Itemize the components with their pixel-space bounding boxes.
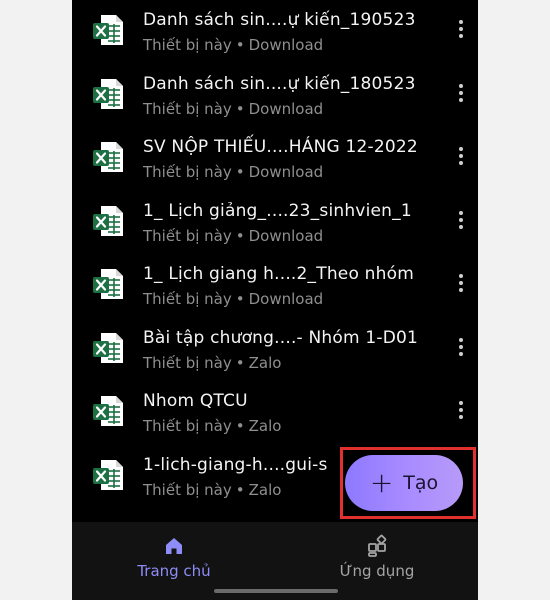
file-source: Zalo xyxy=(248,354,282,372)
file-source: Download xyxy=(248,227,324,245)
excel-file-icon xyxy=(93,460,123,490)
file-location: Thiết bị này xyxy=(143,354,232,372)
more-options-icon[interactable] xyxy=(454,397,468,423)
file-meta: Thiết bị này • Download xyxy=(143,163,323,181)
file-name: 1_ Lịch giang h....2_Theo nhóm xyxy=(143,264,414,284)
apps-icon xyxy=(368,534,387,557)
file-meta: Thiết bị này • Zalo xyxy=(143,354,281,372)
file-meta: Thiết bị này • Download xyxy=(143,36,323,54)
file-name: SV NỘP THIẾU....HÁNG 12-2022 xyxy=(143,137,418,157)
excel-file-icon xyxy=(93,15,123,45)
meta-separator: • xyxy=(235,354,245,372)
nav-item-apps[interactable]: Ứng dụng xyxy=(317,534,437,580)
file-meta: Thiết bị này • Zalo xyxy=(143,481,281,499)
file-name: Bài tập chương....- Nhóm 1-D01 xyxy=(143,328,419,348)
home-icon xyxy=(166,538,182,554)
file-meta: Thiết bị này • Download xyxy=(143,290,323,308)
home-indicator xyxy=(214,589,338,593)
excel-file-icon xyxy=(93,142,123,172)
more-options-icon[interactable] xyxy=(454,143,468,169)
more-options-icon[interactable] xyxy=(454,80,468,106)
file-row[interactable]: 1_ Lịch giảng_....23_sinhvien_1 Thiết bị … xyxy=(72,191,478,254)
more-options-icon[interactable] xyxy=(454,334,468,360)
file-row[interactable]: Bài tập chương....- Nhóm 1-D01 Thiết bị n… xyxy=(72,318,478,381)
file-source: Download xyxy=(248,290,324,308)
meta-separator: • xyxy=(235,36,245,54)
nav-label-home: Trang chủ xyxy=(137,562,211,580)
phone-screen: Danh sách sin....ự kiến_190523 Thiết bị n… xyxy=(72,0,478,600)
more-options-icon[interactable] xyxy=(454,207,468,233)
excel-file-icon xyxy=(93,396,123,426)
file-meta: Thiết bị này • Zalo xyxy=(143,417,281,435)
excel-file-icon xyxy=(93,206,123,236)
excel-file-icon xyxy=(93,79,123,109)
file-row[interactable]: Nhom QTCU Thiết bị này • Zalo xyxy=(72,381,478,444)
file-location: Thiết bị này xyxy=(143,100,232,118)
create-button-label: Tạo xyxy=(403,472,439,494)
file-location: Thiết bị này xyxy=(143,163,232,181)
file-name: 1_ Lịch giảng_....23_sinhvien_1 xyxy=(143,201,412,221)
meta-separator: • xyxy=(235,100,245,118)
meta-separator: • xyxy=(235,290,245,308)
file-name: Danh sách sin....ự kiến_180523 xyxy=(143,74,416,94)
file-row[interactable]: 1_ Lịch giang h....2_Theo nhóm Thiết bị n… xyxy=(72,254,478,317)
file-meta: Thiết bị này • Download xyxy=(143,100,323,118)
file-source: Zalo xyxy=(248,481,282,499)
meta-separator: • xyxy=(235,481,245,499)
file-location: Thiết bị này xyxy=(143,290,232,308)
create-button[interactable]: + Tạo xyxy=(345,455,463,511)
file-source: Download xyxy=(248,100,324,118)
nav-item-home[interactable]: Trang chủ xyxy=(114,534,234,580)
file-row[interactable]: SV NỘP THIẾU....HÁNG 12-2022 Thiết bị này… xyxy=(72,127,478,190)
file-row[interactable]: Danh sách sin....ự kiến_190523 Thiết bị n… xyxy=(72,0,478,63)
more-options-icon[interactable] xyxy=(454,16,468,42)
meta-separator: • xyxy=(235,163,245,181)
excel-file-icon xyxy=(93,333,123,363)
more-options-icon[interactable] xyxy=(454,270,468,296)
plus-icon: + xyxy=(369,466,394,499)
file-meta: Thiết bị này • Download xyxy=(143,227,323,245)
file-location: Thiết bị này xyxy=(143,417,232,435)
file-row[interactable]: Danh sách sin....ự kiến_180523 Thiết bị n… xyxy=(72,64,478,127)
file-source: Zalo xyxy=(248,417,282,435)
bottom-nav: Trang chủ Ứng dụng xyxy=(72,522,478,600)
file-name: Nhom QTCU xyxy=(143,391,248,411)
meta-separator: • xyxy=(235,227,245,245)
file-source: Download xyxy=(248,163,324,181)
file-location: Thiết bị này xyxy=(143,36,232,54)
file-source: Download xyxy=(248,36,324,54)
file-name: 1-lich-giang-h....gui-s xyxy=(143,455,328,475)
file-location: Thiết bị này xyxy=(143,227,232,245)
nav-label-apps: Ứng dụng xyxy=(339,562,415,580)
meta-separator: • xyxy=(235,417,245,435)
file-location: Thiết bị này xyxy=(143,481,232,499)
file-name: Danh sách sin....ự kiến_190523 xyxy=(143,10,416,30)
excel-file-icon xyxy=(93,269,123,299)
